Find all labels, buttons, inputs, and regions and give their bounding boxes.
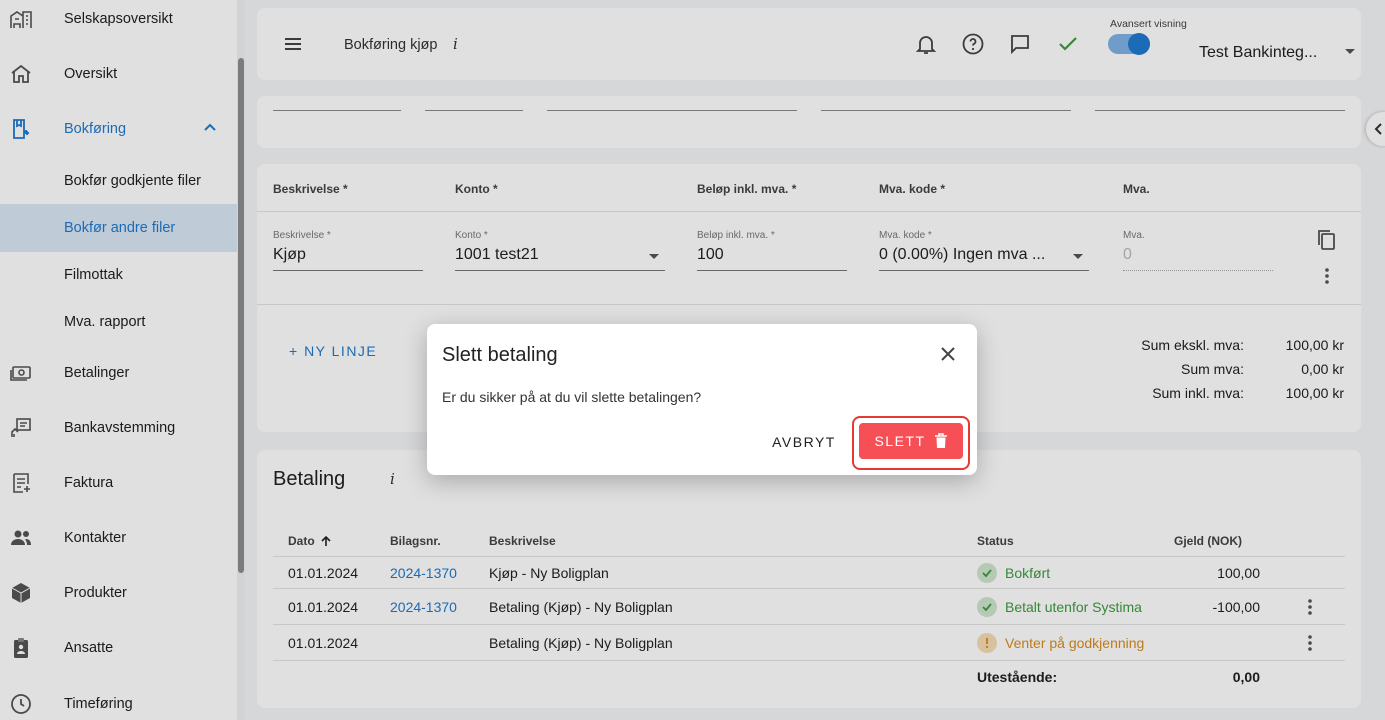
dialog-title: Slett betaling <box>442 344 558 366</box>
delete-button-label: SLETT <box>874 433 926 449</box>
delete-button[interactable]: SLETT <box>859 423 963 459</box>
close-icon[interactable] <box>938 344 958 364</box>
dialog-message: Er du sikker på at du vil slette betalin… <box>442 389 702 405</box>
delete-button-highlight: SLETT <box>852 416 970 470</box>
trash-icon <box>934 433 947 448</box>
cancel-button[interactable]: AVBRYT <box>764 425 844 459</box>
delete-payment-dialog: Slett betaling Er du sikker på at du vil… <box>427 324 977 475</box>
